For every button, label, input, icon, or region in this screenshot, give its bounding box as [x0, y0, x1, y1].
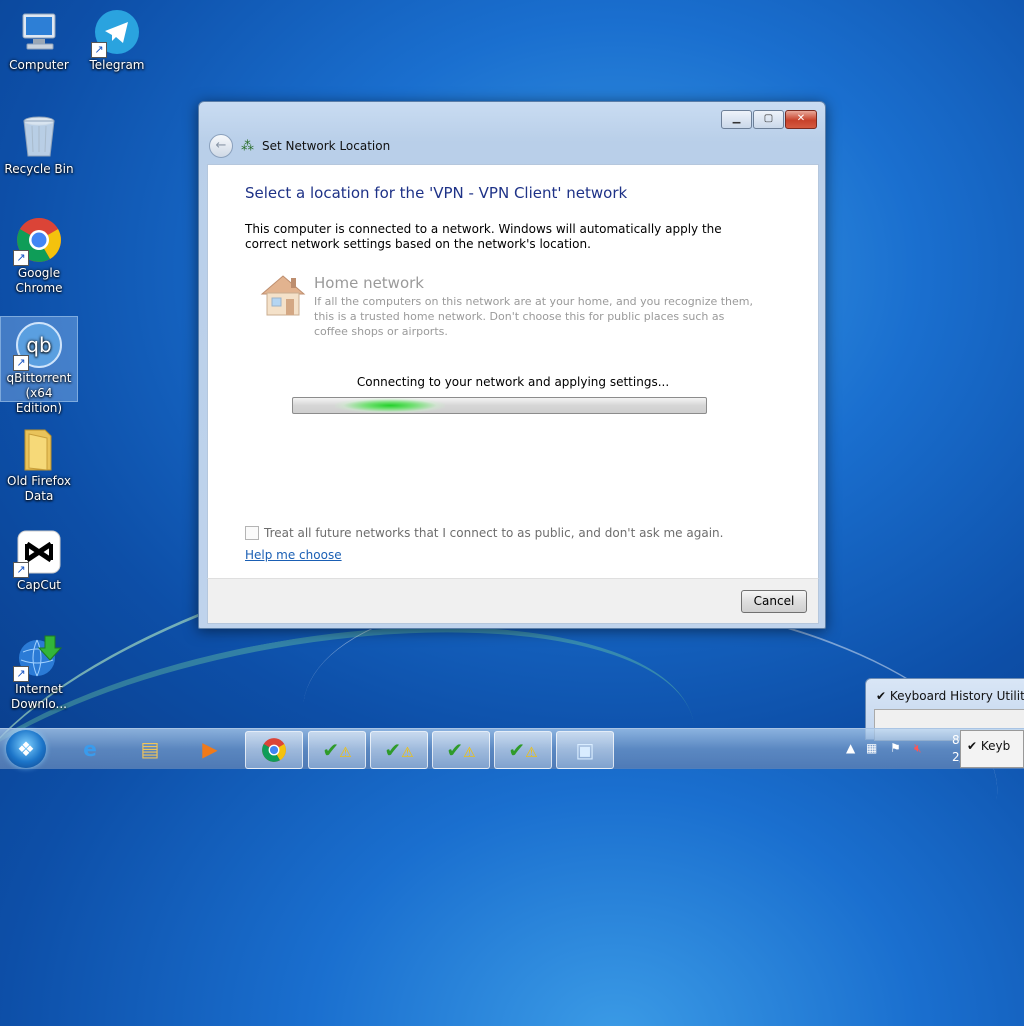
taskbar-warning-app[interactable]: ✔⚠ [370, 731, 428, 769]
warning-icon: ⚠ [525, 745, 538, 761]
computer-icon [15, 8, 63, 56]
qbittorrent-icon: qb ↗ [13, 321, 63, 371]
home-network-title: Home network [314, 274, 424, 292]
shortcut-arrow-icon: ↗ [13, 250, 29, 266]
desktop-icon-label: CapCut [16, 578, 62, 592]
taskbar: ❖ e ▤ ▶ ✔⚠ ✔⚠ ✔⚠ ✔⚠ ▣ ▲ ▦ ⚑ 🔇︎ 8: 2/ [0, 728, 1024, 769]
desktop-icon-internet-download-manager[interactable]: ↗ Internet Downlo... [1, 628, 77, 712]
action-center-flag-icon[interactable]: ⚑ [890, 741, 901, 755]
volume-muted-icon[interactable]: 🔇︎ [914, 741, 922, 756]
warning-icon: ⚠ [401, 745, 414, 761]
treat-public-checkbox[interactable] [245, 526, 259, 540]
progress-bar [292, 397, 707, 414]
desktop-icon-old-firefox-data[interactable]: Old Firefox Data [1, 420, 77, 504]
warning-app-icon: ✔ [508, 738, 526, 762]
warning-app-icon: ✔ [384, 738, 402, 762]
desktop-icon-label: Old Firefox Data [7, 474, 71, 503]
desktop-icon-computer[interactable]: Computer [1, 4, 77, 73]
network-icon: ⁂ [241, 138, 254, 154]
internet-download-manager-icon: ↗ [13, 632, 63, 682]
windows-logo-icon: ❖ [17, 737, 35, 761]
close-button[interactable]: ✕ [785, 110, 817, 129]
dialog-title: Set Network Location [262, 139, 391, 153]
taskbar-file-explorer[interactable]: ▤ [122, 731, 178, 767]
dialog-description: This computer is connected to a network.… [245, 222, 722, 251]
warning-app-icon: ✔ [322, 738, 340, 762]
taskbar-media-player[interactable]: ▶ [182, 731, 238, 767]
taskbar-internet-explorer[interactable]: e [62, 731, 118, 767]
dialog-footer: Cancel [207, 578, 819, 624]
chrome-icon [262, 738, 286, 762]
desktop-icon-capcut[interactable]: ↗ CapCut [1, 524, 77, 593]
cancel-button[interactable]: Cancel [741, 590, 807, 613]
desktop-icon-google-chrome[interactable]: ↗ Google Chrome [1, 212, 77, 296]
file-explorer-icon: ▤ [140, 737, 160, 761]
desktop-icon-label: qBittorrent (x64 Edition) [6, 371, 72, 415]
telegram-icon: ↗ [91, 8, 141, 58]
keyboard-utility-popup[interactable]: ✔ Keyb [960, 730, 1024, 768]
treat-public-label: Treat all future networks that I connect… [264, 526, 724, 540]
desktop-icon-label: Recycle Bin [4, 162, 74, 176]
chrome-icon: ↗ [13, 216, 63, 266]
desktop-icon-label: Google Chrome [15, 266, 63, 295]
progress-indicator [335, 398, 445, 413]
capcut-icon: ↗ [13, 528, 63, 578]
desktop-icon-qbittorrent[interactable]: qb ↗ qBittorrent (x64 Edition) [0, 316, 78, 415]
taskbar-network-settings[interactable]: ▣ [556, 731, 614, 769]
keyboard-icon: ✔ [967, 739, 981, 753]
treat-public-checkbox-row[interactable]: Treat all future networks that I connect… [245, 526, 723, 540]
taskbar-chrome[interactable] [245, 731, 303, 769]
caption-buttons: ▁ ▢ ✕ [721, 110, 817, 129]
warning-icon: ⚠ [463, 745, 476, 761]
warning-icon: ⚠ [339, 745, 352, 761]
desktop-icon-label: Computer [9, 58, 69, 72]
network-settings-icon: ▣ [575, 738, 595, 762]
dialog-heading: Select a location for the 'VPN - VPN Cli… [245, 184, 628, 202]
taskbar-warning-app[interactable]: ✔⚠ [308, 731, 366, 769]
shortcut-arrow-icon: ↗ [13, 355, 29, 371]
shortcut-arrow-icon: ↗ [91, 42, 107, 58]
show-hidden-icons-icon[interactable]: ▲ [846, 741, 855, 755]
recycle-bin-icon [15, 112, 63, 160]
window-title: ✔ Keyboard History Utility [876, 689, 1024, 703]
home-network-description: If all the computers on this network are… [314, 295, 754, 338]
dialog-nav: ← ⁂ Set Network Location [209, 134, 390, 158]
set-network-location-dialog: ▁ ▢ ✕ ← ⁂ Set Network Location Select a … [198, 101, 826, 629]
help-me-choose-link[interactable]: Help me choose [245, 548, 342, 562]
desktop-icon-label: Internet Downlo... [11, 682, 67, 711]
folder-icon [15, 424, 63, 472]
keyboard-icon: ✔ [876, 689, 890, 703]
desktop-icon-recycle-bin[interactable]: Recycle Bin [1, 108, 77, 177]
warning-app-icon: ✔ [446, 738, 464, 762]
back-button[interactable]: ← [209, 134, 233, 158]
taskbar-warning-app[interactable]: ✔⚠ [494, 731, 552, 769]
shortcut-arrow-icon: ↗ [13, 666, 29, 682]
wallpaper-streak [0, 572, 721, 1014]
desktop-icon-telegram[interactable]: ↗ Telegram [79, 4, 155, 73]
desktop-icon-label: Telegram [89, 58, 145, 72]
internet-explorer-icon: e [83, 737, 97, 761]
status-text: Connecting to your network and applying … [356, 375, 670, 389]
svg-text:qb: qb [26, 333, 51, 357]
dialog-content: Select a location for the 'VPN - VPN Cli… [207, 164, 819, 580]
maximize-button[interactable]: ▢ [753, 110, 784, 129]
shortcut-arrow-icon: ↗ [13, 562, 29, 578]
house-icon [258, 272, 308, 318]
taskbar-warning-app[interactable]: ✔⚠ [432, 731, 490, 769]
minimize-button[interactable]: ▁ [721, 110, 752, 129]
start-button[interactable]: ❖ [6, 730, 46, 768]
media-player-icon: ▶ [202, 737, 218, 761]
network-tray-icon[interactable]: ▦ [866, 741, 877, 755]
